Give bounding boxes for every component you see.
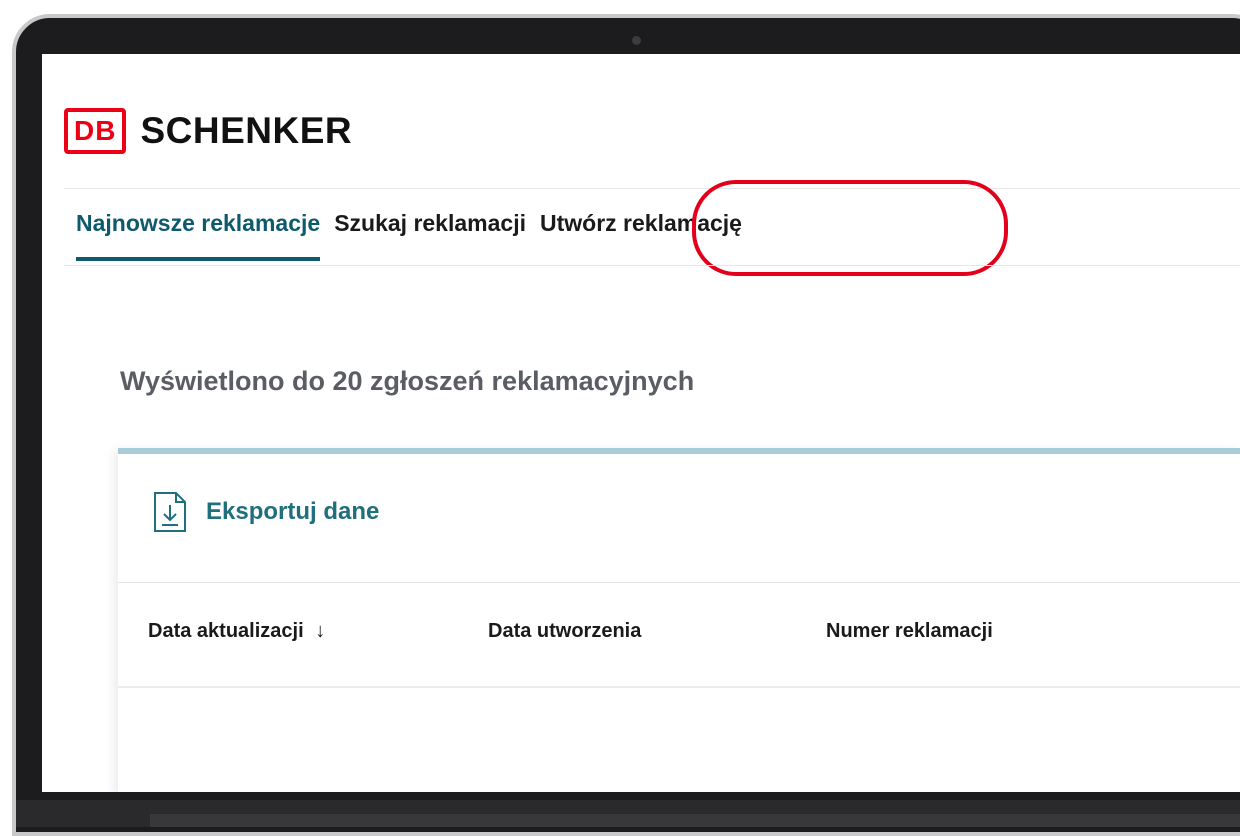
- file-download-icon: [154, 492, 186, 532]
- brand-name: SCHENKER: [140, 110, 353, 151]
- highlight-annotation: [692, 180, 1008, 276]
- tab-szukaj-reklamacji[interactable]: Szukaj reklamacji: [334, 210, 526, 257]
- column-header-complaint-number[interactable]: Numer reklamacji: [826, 620, 993, 643]
- results-summary: Wyświetlono do 20 zgłoszeń reklamacyjnyc…: [120, 366, 695, 396]
- tab-najnowsze-reklamacje[interactable]: Najnowsze reklamacje: [76, 210, 321, 261]
- column-label: Data aktualizacji: [148, 620, 304, 642]
- db-schenker-logo[interactable]: DB SCHENKER: [64, 108, 352, 154]
- sort-desc-icon: ↓: [315, 620, 326, 642]
- main-tabs: Najnowsze reklamacje Szukaj reklamacji U…: [76, 210, 756, 261]
- webcam: [632, 36, 641, 45]
- complaints-table-card: Eksportuj dane Data aktualizacji ↓ Data …: [118, 448, 1240, 792]
- column-header-update-date[interactable]: Data aktualizacji ↓: [148, 620, 325, 643]
- table-header-top-divider: [118, 582, 1240, 583]
- header-divider: [64, 188, 1240, 189]
- table-header-bottom-divider: [118, 686, 1240, 688]
- column-header-created-date[interactable]: Data utworzenia: [488, 620, 641, 643]
- export-data-label: Eksportuj dane: [206, 498, 380, 525]
- export-data-button[interactable]: Eksportuj dane: [152, 490, 379, 534]
- db-logo-mark: DB: [64, 108, 127, 154]
- laptop-base-inner: [150, 814, 1240, 827]
- nav-divider: [64, 265, 1240, 266]
- app-screen: DB SCHENKER Najnowsze reklamacje Szukaj …: [42, 54, 1240, 792]
